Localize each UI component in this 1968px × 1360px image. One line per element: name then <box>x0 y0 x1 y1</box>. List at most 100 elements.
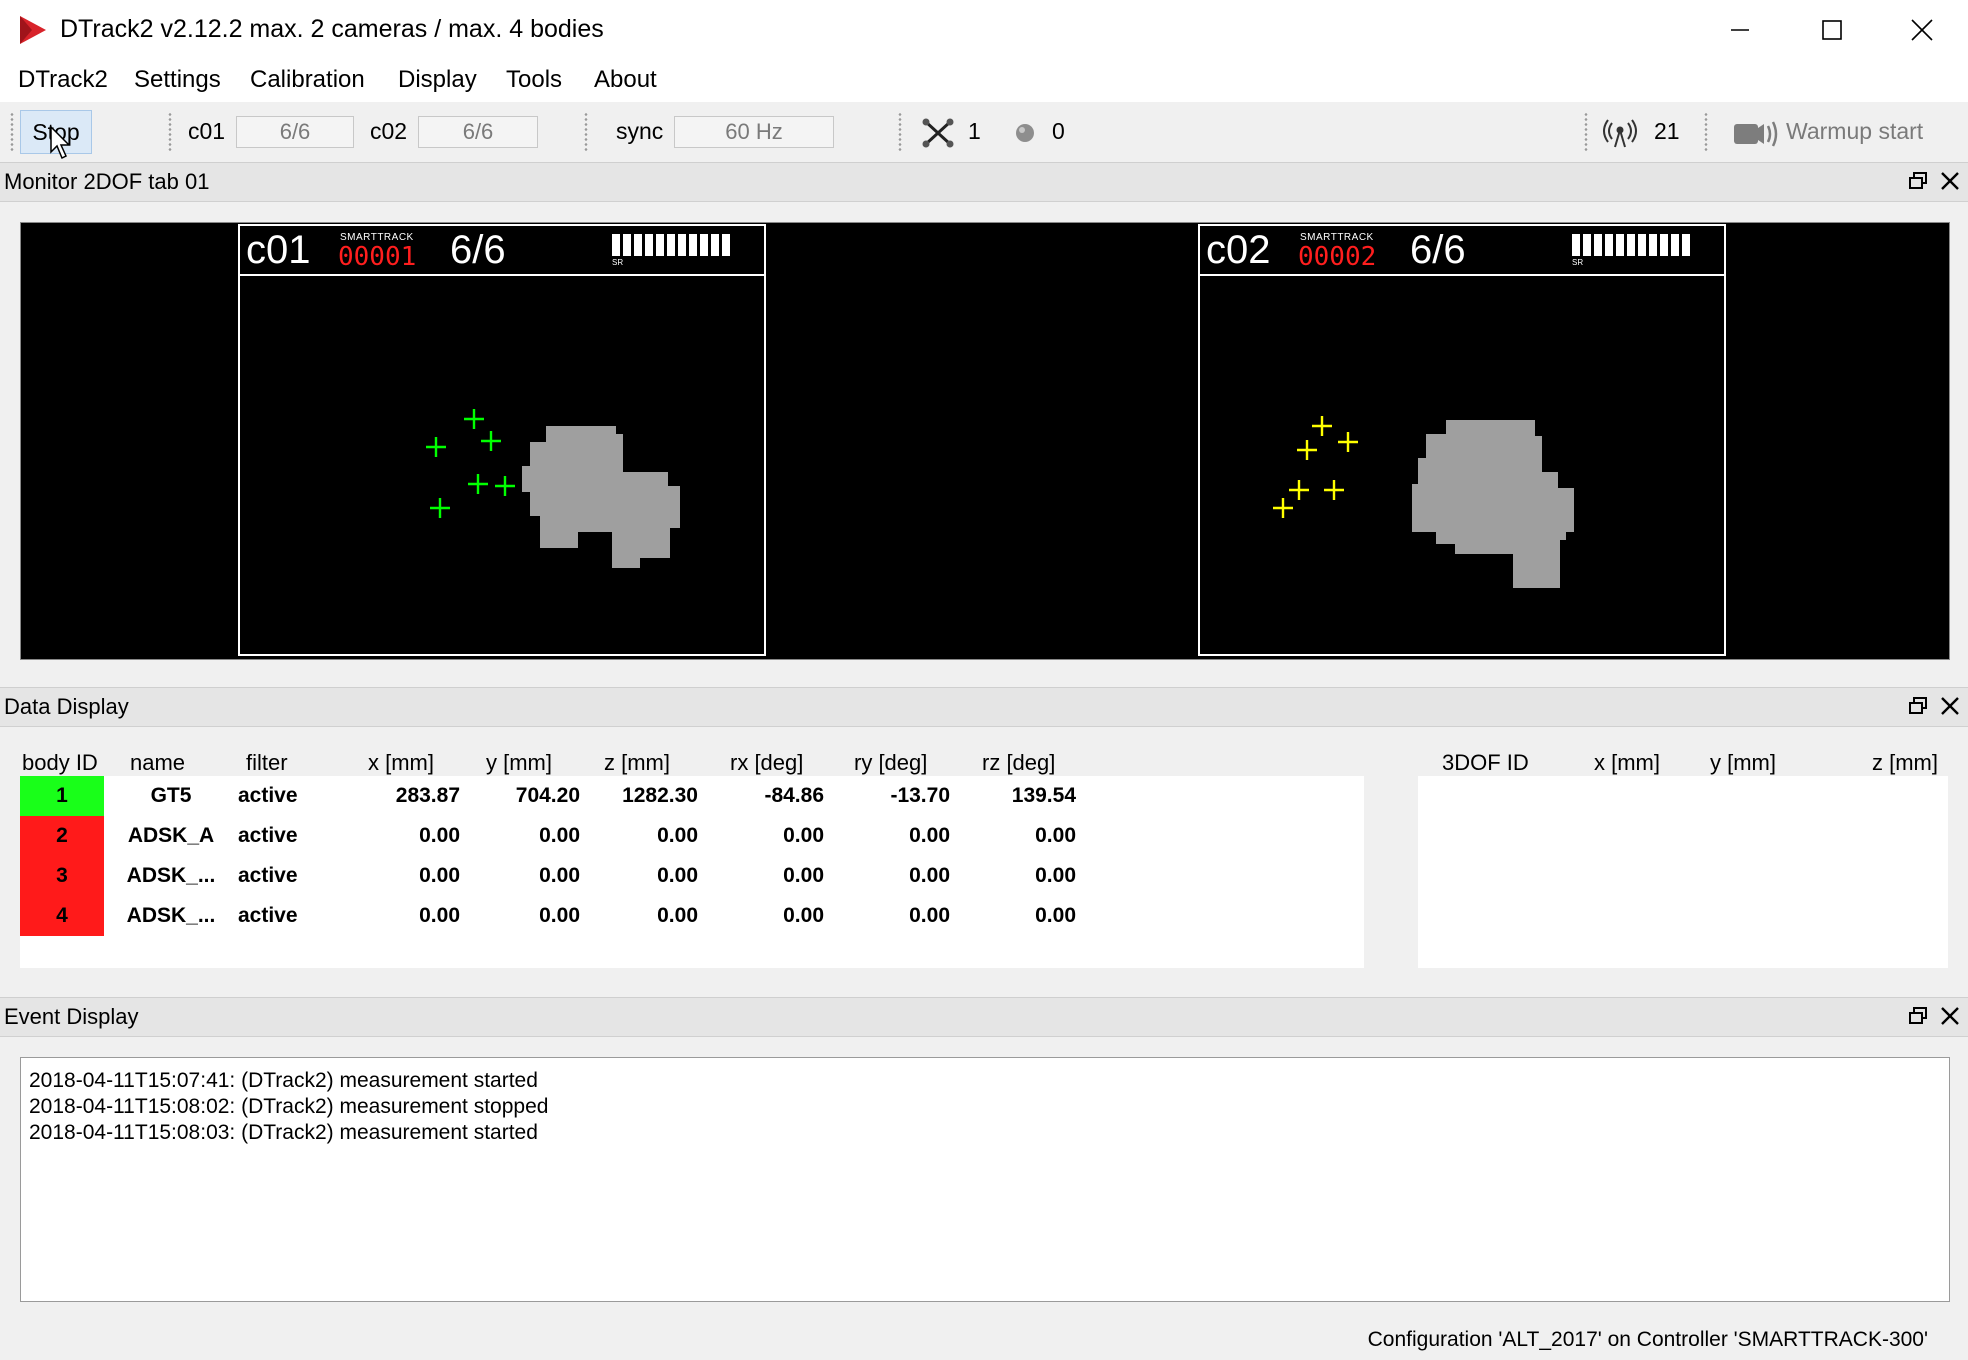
table-row[interactable]: 3 ADSK_... active 0.00 0.00 0.00 0.00 0.00 0.00 <box>20 856 1364 896</box>
event-display-panel-header: Event Display <box>0 997 1968 1037</box>
float-panel-icon[interactable] <box>1908 1006 1928 1026</box>
table-row[interactable]: 1 GT5 active 283.87 704.20 1282.30 -84.86 -13.7… <box>20 776 1364 816</box>
table-row[interactable]: 2 ADSK_A active 0.00 0.00 0.00 0.00 0.00 0.00 <box>20 816 1364 856</box>
camera-c01-view: c01 SMARTTRACK 00001 6/6 SR <box>238 224 766 656</box>
body-y-cell: 704.20 <box>515 784 580 807</box>
body-tracking-icon <box>922 118 954 148</box>
body-y-cell: 0.00 <box>539 864 580 887</box>
close-panel-icon[interactable] <box>1938 1004 1962 1028</box>
camera-name: c02 <box>1206 228 1271 272</box>
body-rx-cell: -84.86 <box>764 784 824 807</box>
reflection-blob <box>1412 420 1574 588</box>
menu-display[interactable]: Display <box>398 66 477 94</box>
body-z-cell: 0.00 <box>657 824 698 847</box>
camera-c02-status-field: 6/6 <box>418 116 538 148</box>
maximize-button[interactable] <box>1786 0 1878 60</box>
maximize-icon <box>1822 20 1842 40</box>
menu-calibration[interactable]: Calibration <box>250 66 365 94</box>
body-x-cell: 0.00 <box>419 824 460 847</box>
warmup-camera-icon <box>1734 121 1778 147</box>
column-header-rz: rz [deg] <box>982 750 1056 775</box>
minimize-button[interactable] <box>1694 0 1786 60</box>
column-header-3dof-id: 3DOF ID <box>1442 750 1529 775</box>
event-log[interactable]: 2018-04-11T15:07:41: (DTrack2) measureme… <box>20 1057 1950 1302</box>
body-y-cell: 0.00 <box>539 824 580 847</box>
event-log-entry: 2018-04-11T15:07:41: (DTrack2) measureme… <box>29 1069 538 1092</box>
body-id-cell: 4 <box>20 896 104 936</box>
body-filter-cell: active <box>238 904 298 927</box>
body-filter-cell: active <box>238 784 298 807</box>
body-x-cell: 283.87 <box>395 784 460 807</box>
data-display-panel-title: Data Display <box>4 694 129 719</box>
float-panel-icon[interactable] <box>1908 171 1928 191</box>
signal-count: 21 <box>1654 118 1680 144</box>
camera-c02-view: c02 SMARTTRACK 00002 6/6 SR <box>1198 224 1726 656</box>
body-id-cell: 3 <box>20 856 104 896</box>
event-log-entry: 2018-04-11T15:08:02: (DTrack2) measureme… <box>29 1095 549 1118</box>
body-name-cell: ADSK_... <box>126 864 216 887</box>
close-panel-icon[interactable] <box>1938 694 1962 718</box>
body-rz-cell: 139.54 <box>1011 784 1076 807</box>
toolbar-grip[interactable] <box>584 112 588 152</box>
body-name-cell: ADSK_... <box>126 904 216 927</box>
marker-dot-icon <box>1016 124 1034 142</box>
toolbar-grip[interactable] <box>10 112 14 152</box>
column-header-3dof-x: x [mm] <box>1594 750 1660 775</box>
camera-c02-label: c02 <box>370 118 408 144</box>
camera-sr-label: SR <box>612 258 624 267</box>
menu-about[interactable]: About <box>594 66 657 94</box>
column-header-rx: rx [deg] <box>730 750 804 775</box>
camera-serial: 00002 <box>1298 242 1377 272</box>
menu-dtrack2[interactable]: DTrack2 <box>18 66 108 94</box>
body-rz-cell: 0.00 <box>1035 864 1076 887</box>
body-ry-cell: -13.70 <box>890 784 950 807</box>
menu-tools[interactable]: Tools <box>506 66 562 94</box>
monitor-panel-title: Monitor 2DOF tab 01 <box>4 169 210 194</box>
column-header-x: x [mm] <box>368 750 434 775</box>
reflection-blob <box>522 426 680 568</box>
body-rx-cell: 0.00 <box>783 864 824 887</box>
tracked-bodies-count: 1 <box>968 118 981 144</box>
camera-c02-image <box>1273 416 1574 588</box>
sync-frequency-field: 60 Hz <box>674 116 834 148</box>
body-id-cell: 2 <box>20 816 104 856</box>
camera-name: c01 <box>246 228 311 272</box>
minimize-icon <box>1731 29 1749 31</box>
tracked-markers-count: 0 <box>1052 118 1065 144</box>
camera-signal-bars <box>1572 234 1690 256</box>
column-header-ry: ry [deg] <box>854 750 928 775</box>
column-header-name: name <box>130 750 186 775</box>
camera-sr-label: SR <box>1572 258 1584 267</box>
float-panel-icon[interactable] <box>1908 696 1928 716</box>
window-title: DTrack2 v2.12.2 max. 2 cameras / max. 4 … <box>60 15 604 43</box>
table-row[interactable]: 4 ADSK_... active 0.00 0.00 0.00 0.00 0.00 0.00 <box>20 896 1364 936</box>
camera-c01-status-field: 6/6 <box>236 116 354 148</box>
body-filter-cell: active <box>238 824 298 847</box>
body-filter-cell: active <box>238 864 298 887</box>
toolbar-grip[interactable] <box>898 112 902 152</box>
column-header-body-id: body ID <box>22 750 98 775</box>
warmup-start-button[interactable]: Warmup start <box>1786 118 1923 145</box>
event-display-panel-title: Event Display <box>4 1004 139 1029</box>
menu-settings[interactable]: Settings <box>134 66 221 94</box>
close-panel-icon[interactable] <box>1938 169 1962 193</box>
data-display-panel-header: Data Display <box>0 687 1968 727</box>
status-bar-text: Configuration 'ALT_2017' on Controller '… <box>1367 1328 1928 1351</box>
close-icon <box>1911 19 1933 41</box>
toolbar-grip[interactable] <box>1584 112 1588 152</box>
camera-c01-image <box>426 409 680 568</box>
camera-c01-header: c01 SMARTTRACK 00001 6/6 SR <box>240 226 764 276</box>
column-header-z: z [mm] <box>604 750 670 775</box>
close-window-button[interactable] <box>1876 0 1968 60</box>
column-header-filter: filter <box>246 750 288 775</box>
camera-serial: 00001 <box>338 242 417 272</box>
body-name-cell: ADSK_A <box>127 824 215 847</box>
monitor-panel-header: Monitor 2DOF tab 01 <box>0 162 1968 202</box>
camera-c01-markers <box>426 409 515 518</box>
body-ry-cell: 0.00 <box>909 824 950 847</box>
column-header-3dof-z: z [mm] <box>1872 750 1938 775</box>
body-rx-cell: 0.00 <box>783 904 824 927</box>
mouse-cursor-icon <box>50 126 71 160</box>
toolbar-grip[interactable] <box>1704 112 1708 152</box>
toolbar-grip[interactable] <box>168 112 172 152</box>
